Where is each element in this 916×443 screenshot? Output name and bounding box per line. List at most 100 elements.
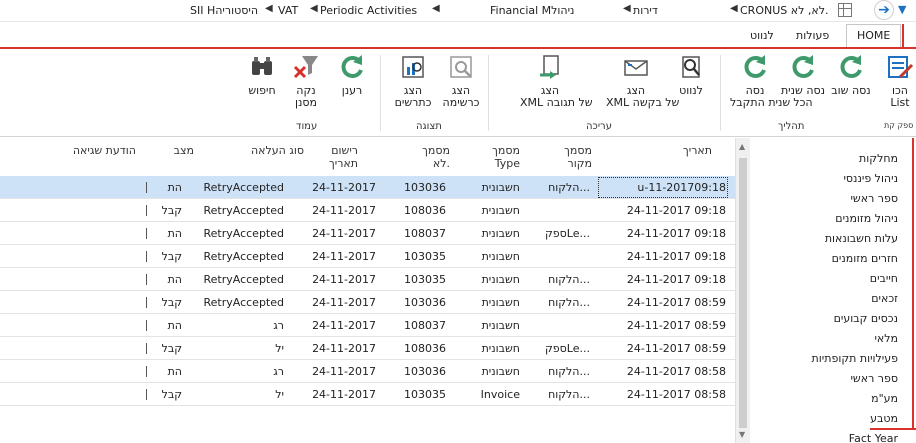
column-header-upload-type[interactable]: סוג העלאה [244, 144, 304, 157]
show-chart-button[interactable]: הצג כתרשים [388, 53, 438, 109]
chevron-down-icon[interactable]: ▼ [898, 3, 906, 16]
table-row[interactable]: 24-11-2017 08:59 חשבונית 108037 24-11-2017 ר… [0, 314, 735, 337]
group-divider [720, 55, 721, 131]
cell-date: 24-11-2017 08:59 [626, 296, 726, 309]
tab-actions[interactable]: פעולות [790, 27, 835, 44]
nav-pane-item[interactable]: חייבים [870, 272, 898, 285]
column-header-status[interactable]: מצב [170, 144, 194, 157]
scroll-up-icon[interactable]: ▲ [739, 142, 745, 151]
breadcrumb-item[interactable]: Financial Mניהול [490, 4, 574, 17]
nav-pane-item[interactable]: מחלקות [859, 152, 898, 165]
nav-pane-item[interactable]: זכאים [871, 292, 898, 305]
column-header-date[interactable]: תאריך [672, 144, 712, 157]
show-request-xml-button[interactable]: הצג XML של בקשה [606, 53, 679, 109]
cell-doc-type: חשבונית [481, 250, 520, 263]
group-label: תצוגה [416, 121, 442, 132]
table-row[interactable]: u-11-201709:18 הלקוח... חשבונית 103036 24-11… [0, 176, 735, 199]
row-marker [146, 228, 147, 239]
cell-doc-source: הלקוח... [548, 365, 590, 378]
table-row[interactable]: 24-11-2017 09:18 הלקוח... חשבונית 103035 24-… [0, 268, 735, 291]
cell-posting-date: 24-11-2017 [312, 342, 376, 355]
nav-pane-item[interactable]: חזרים מזומנים [832, 252, 898, 265]
nav-pane-item[interactable]: Fact Year [849, 432, 898, 443]
breadcrumb-bar: ▼ ➔ CRONUS לא, לא. ◀ דירות ◀ Financial M… [0, 0, 916, 22]
breadcrumb-separator-icon: ◀ [623, 3, 631, 14]
nav-pane-item[interactable]: פעילויות תקופתיות [812, 352, 898, 365]
cell-upload-type: RetryAccepted [203, 250, 284, 263]
column-header-posting-date[interactable]: רישום תאריך [318, 144, 358, 170]
cell-posting-date: 24-11-2017 [312, 204, 376, 217]
breadcrumb-item[interactable]: CRONUS לא, לא. [740, 4, 828, 17]
column-header-doc-no[interactable]: מסמך לא. [410, 144, 450, 170]
group-label: עמוד [296, 121, 318, 132]
cell-upload-type: RetryAccepted [203, 204, 284, 217]
cell-doc-no: 108037 [404, 319, 446, 332]
cell-upload-type: יל [275, 342, 284, 355]
cell-doc-no: 103036 [404, 296, 446, 309]
breadcrumb-item[interactable]: SII Hהיסטוריה [190, 4, 258, 17]
table-row[interactable]: 24-11-2017 08:58 הלקוח... Invoice 103035 24-… [0, 383, 735, 406]
scroll-down-icon[interactable]: ▼ [739, 430, 745, 439]
breadcrumb-item[interactable]: Periodic Activities [320, 4, 417, 17]
cell-posting-date: 24-11-2017 [312, 319, 376, 332]
table-row[interactable]: 24-11-2017 08:58 הלקוח... חשבונית 103036 24-… [0, 360, 735, 383]
column-header-error-message[interactable]: הודעת שגיאה [56, 144, 136, 157]
cell-posting-date: 24-11-2017 [312, 273, 376, 286]
row-marker [146, 343, 147, 354]
find-button[interactable]: חיפוש [242, 53, 282, 97]
vertical-scrollbar[interactable]: ▲ ▼ [735, 138, 750, 443]
doc-arrow-icon [540, 55, 559, 79]
register-list-button[interactable]: הכו List [880, 53, 916, 109]
focus-cell-outline [598, 177, 728, 198]
cell-status: הת [167, 181, 182, 194]
nav-pane-item[interactable]: ניהול מזומנים [835, 212, 898, 225]
row-marker [146, 205, 147, 216]
show-list-button[interactable]: הצג כרשימה [436, 53, 486, 109]
nav-pane-item[interactable]: עלות חשבונאות [825, 232, 898, 245]
resend-button[interactable]: נסה שוב [828, 53, 874, 97]
cell-status: קבל [161, 250, 182, 263]
breadcrumb-item[interactable]: דירות [633, 4, 658, 17]
cell-doc-no: 103036 [404, 181, 446, 194]
refresh-icon [840, 55, 862, 78]
table-row[interactable]: 24-11-2017 09:18 ספקLe... חשבונית 108037 24-… [0, 222, 735, 245]
show-response-xml-button[interactable]: הצג XML של תגובה [520, 53, 593, 109]
back-arrow-icon[interactable]: ➔ [874, 0, 894, 20]
table-row[interactable]: 24-11-2017 09:18 חשבונית 108036 24-11-2017 R… [0, 199, 735, 222]
nav-pane-item[interactable]: מע"מ [871, 392, 898, 405]
table-row[interactable]: 24-11-2017 09:18 חשבונית 103035 24-11-2017 R… [0, 245, 735, 268]
tab-navigate[interactable]: לנווט [744, 27, 780, 44]
column-header-doc-type[interactable]: מסמך Type [484, 144, 520, 170]
row-marker [146, 297, 147, 308]
row-marker [146, 320, 147, 331]
cell-doc-no: 103036 [404, 365, 446, 378]
clear-filter-button[interactable]: נקה מסנן [286, 53, 326, 109]
nav-pane-item[interactable]: ספר ראשי [850, 192, 898, 205]
column-header-doc-source[interactable]: מסמך מקור [556, 144, 592, 170]
nav-pane-item[interactable]: ניהול פיננסי [843, 172, 898, 185]
tab-home[interactable]: HOME [846, 24, 902, 48]
cell-doc-no: 103035 [404, 388, 446, 401]
resend-accepted-button[interactable]: נסה שנית התקבל [730, 53, 790, 109]
window-edge [912, 138, 914, 430]
nav-pane-item[interactable]: מטבע [870, 412, 898, 425]
table-row[interactable]: 24-11-2017 08:59 הלקוח... חשבונית 103036 24-… [0, 291, 735, 314]
cell-upload-type: רג [273, 365, 284, 378]
window-edge [902, 24, 916, 48]
nav-pane-item[interactable]: נכסים קבועים [834, 312, 898, 325]
cell-status: קבל [161, 342, 182, 355]
row-marker [146, 251, 147, 262]
refresh-button[interactable]: רענן [332, 53, 372, 97]
breadcrumb-item[interactable]: VAT [278, 4, 298, 17]
grid-icon[interactable] [838, 3, 852, 17]
navigate-button[interactable]: לנווט [668, 53, 714, 97]
group-label: תהליך [778, 121, 805, 132]
nav-pane-item[interactable]: מלאי [874, 332, 898, 345]
scroll-thumb[interactable] [739, 158, 747, 428]
group-label: ספק קת [884, 121, 914, 130]
nav-pane-item[interactable]: ספר ראשי [850, 372, 898, 385]
cell-date: 24-11-2017 08:59 [626, 342, 726, 355]
table-row[interactable]: 24-11-2017 08:59 ספקLe... חשבונית 108036 24-… [0, 337, 735, 360]
cell-upload-type: RetryAccepted [203, 296, 284, 309]
clear-filter-icon [293, 56, 318, 79]
